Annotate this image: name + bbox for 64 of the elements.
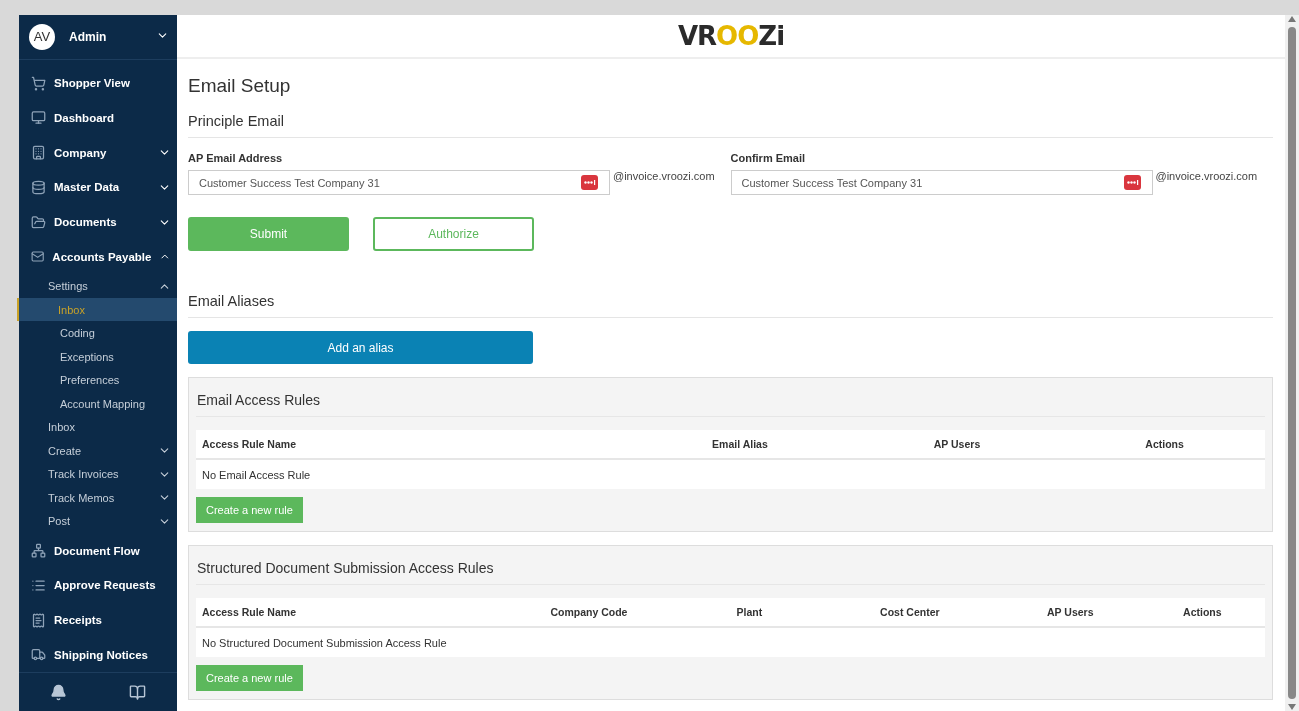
column-header: Cost Center: [879, 606, 941, 618]
sidebar-subitem[interactable]: Inbox: [19, 415, 177, 439]
sidebar-subitem[interactable]: Coding: [19, 321, 177, 345]
field-label: AP Email Address: [188, 152, 284, 164]
dots-icon[interactable]: [581, 175, 598, 190]
email-field[interactable]: Customer Success Test Company 31: [188, 170, 610, 195]
building-icon: [31, 145, 46, 161]
scrollbar[interactable]: [1285, 15, 1299, 711]
list-icon: [31, 577, 46, 593]
sidebar-item[interactable]: Documents: [19, 204, 177, 240]
sidebar-subitem[interactable]: Post: [19, 509, 177, 534]
panel-title: Structured Document Submission Access Rules: [196, 546, 1265, 585]
cart-icon: [31, 75, 46, 91]
scroll-up-icon[interactable]: [1288, 15, 1296, 23]
monitor-icon: [31, 110, 46, 126]
receipt-icon: [31, 612, 46, 628]
column-header: AP Users: [932, 438, 982, 450]
sidebar-subitem[interactable]: Track Invoices: [19, 462, 177, 487]
section-heading: Email Aliases: [188, 293, 1273, 318]
page-title: Email Setup: [188, 75, 292, 97]
database-icon: [31, 179, 46, 195]
sidebar-item[interactable]: Shopper View: [19, 65, 177, 101]
column-header: Email Alias: [711, 438, 769, 450]
folder-icon: [31, 214, 46, 230]
sidebar-item[interactable]: Receipts: [19, 602, 177, 638]
column-header: Actions: [1182, 606, 1223, 618]
empty-message: No Structured Document Submission Access Rule: [201, 635, 448, 651]
avatar: AV: [29, 23, 55, 50]
envelope-icon: [31, 249, 45, 265]
column-header: Access Rule Name: [202, 438, 297, 450]
bell-icon[interactable]: [50, 683, 67, 701]
column-header: AP Users: [1046, 606, 1095, 618]
sidebar-item[interactable]: Master Data: [19, 170, 177, 205]
logo: VROOZi: [677, 21, 785, 51]
book-icon[interactable]: [129, 683, 146, 701]
sidebar-item[interactable]: Dashboard: [19, 100, 177, 136]
column-header: Plant: [735, 606, 764, 618]
sidebar-subitem[interactable]: Preferences: [19, 368, 177, 392]
field-label: Confirm Email: [730, 152, 807, 164]
sidebar-subitem[interactable]: Inbox: [17, 297, 177, 322]
hierarchy-icon: [31, 543, 46, 558]
panel-title: Email Access Rules: [196, 378, 1265, 417]
sidebar-item[interactable]: Accounts Payable: [19, 239, 177, 275]
email-field[interactable]: Customer Success Test Company 31: [730, 170, 1153, 195]
scroll-down-icon[interactable]: [1288, 703, 1296, 711]
section-heading: Principle Email: [188, 113, 1273, 138]
sidebar-item[interactable]: Shipping Notices: [19, 637, 177, 673]
column-header: Access Rule Name: [202, 606, 297, 618]
user-name[interactable]: Admin: [69, 29, 142, 44]
column-header: Actions: [1144, 438, 1185, 450]
domain-suffix: @invoice.vroozi.com: [613, 170, 715, 182]
empty-message: No Email Access Rule: [201, 467, 312, 483]
domain-suffix: @invoice.vroozi.com: [1155, 170, 1258, 182]
column-header: Company Code: [549, 606, 629, 618]
sidebar-subitem[interactable]: Exceptions: [19, 344, 177, 369]
sidebar-item[interactable]: Company: [19, 135, 177, 170]
add-alias-button[interactable]: Add an alias: [188, 331, 533, 364]
sidebar-item[interactable]: Approve Requests: [19, 567, 177, 603]
sidebar-subitem[interactable]: Track Memos: [19, 486, 177, 510]
sidebar-item[interactable]: Document Flow: [19, 533, 177, 568]
sidebar-subitem[interactable]: Create: [19, 439, 177, 463]
truck-icon: [31, 647, 46, 663]
sidebar-subitem[interactable]: Settings: [19, 274, 177, 298]
sidebar-subitem[interactable]: Account Mapping: [19, 391, 177, 416]
